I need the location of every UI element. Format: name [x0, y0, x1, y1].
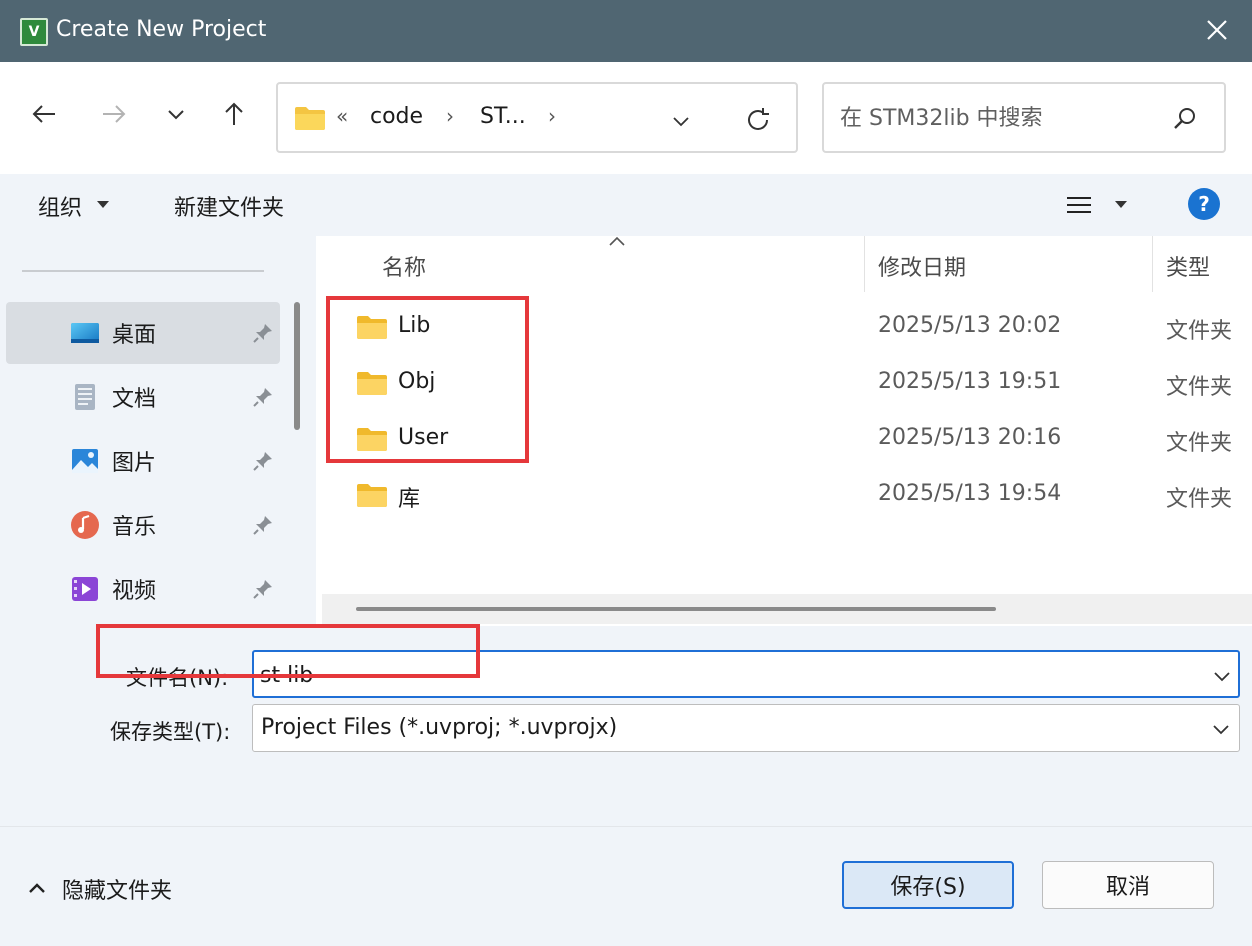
folder-icon [357, 484, 387, 507]
file-type: 文件夹 [1166, 319, 1233, 344]
file-row[interactable]: Lib 2025/5/13 20:02 文件夹 [322, 300, 1252, 356]
chevron-up-icon [29, 883, 45, 893]
chevron-down-icon [168, 110, 184, 120]
pin-icon[interactable] [252, 578, 274, 600]
title-bar: V Create New Project [0, 0, 1252, 62]
arrow-right-icon [103, 105, 126, 123]
breadcrumb-separator: › [548, 104, 556, 128]
caret-down-icon [1115, 201, 1127, 208]
file-row[interactable]: 库 2025/5/13 19:54 文件夹 [322, 468, 1252, 524]
video-icon [72, 577, 98, 601]
desktop-icon [71, 323, 99, 343]
new-folder-button[interactable]: 新建文件夹 [174, 190, 284, 222]
pin-icon[interactable] [252, 386, 274, 408]
search-icon [1174, 108, 1195, 129]
breadcrumb-overflow[interactable]: « [336, 104, 348, 128]
filename-label: 文件名(N): [126, 666, 229, 690]
file-date: 2025/5/13 20:16 [878, 425, 1062, 450]
file-type: 文件夹 [1166, 431, 1233, 456]
caret-down-icon [97, 201, 109, 208]
organize-button[interactable]: 组织 [38, 190, 109, 222]
file-row[interactable]: User 2025/5/13 20:16 文件夹 [322, 412, 1252, 468]
arrow-up-icon [225, 102, 243, 125]
up-button[interactable] [216, 96, 252, 132]
column-divider[interactable] [1152, 236, 1153, 292]
navigation-pane: 桌面 文档 图片 音乐 视频 [0, 236, 316, 626]
file-name: User [398, 425, 449, 450]
address-history-chevron-icon[interactable] [670, 110, 692, 132]
sidebar-item-desktop[interactable]: 桌面 [6, 302, 280, 364]
help-button[interactable]: ? [1188, 188, 1220, 220]
breadcrumb-separator: › [446, 104, 454, 128]
column-divider[interactable] [864, 236, 865, 292]
breadcrumb-item[interactable]: code [370, 104, 423, 129]
file-type: 文件夹 [1166, 487, 1233, 512]
folder-icon [295, 107, 325, 130]
file-row[interactable]: Obj 2025/5/13 19:51 文件夹 [322, 356, 1252, 412]
sort-ascending-icon [609, 236, 625, 246]
sidebar-item-documents[interactable]: 文档 [6, 366, 280, 428]
file-type: 文件夹 [1166, 375, 1233, 400]
list-view-icon [1067, 197, 1091, 213]
dialog-footer: 隐藏文件夹 保存(S) 取消 [0, 826, 1252, 946]
file-name: 库 [398, 487, 421, 512]
search-box[interactable] [822, 82, 1226, 153]
chevron-down-icon[interactable] [1212, 668, 1232, 684]
folder-icon [357, 372, 387, 395]
command-bar: 组织 新建文件夹 ? [0, 174, 1252, 236]
folder-icon [357, 316, 387, 339]
filetype-value: Project Files (*.uvproj; *.uvprojx) [261, 715, 618, 740]
folder-icon [357, 428, 387, 451]
search-input[interactable] [840, 102, 1160, 134]
document-icon [75, 384, 95, 410]
chevron-down-icon[interactable] [1211, 721, 1231, 737]
file-name: Lib [398, 313, 431, 338]
refresh-icon[interactable] [744, 106, 772, 134]
recent-locations-button[interactable] [158, 96, 194, 132]
address-bar[interactable]: « code › ST... › [276, 82, 798, 153]
save-button[interactable]: 保存(S) [842, 861, 1014, 909]
app-icon: V [20, 18, 48, 46]
file-date: 2025/5/13 19:54 [878, 481, 1062, 506]
filename-input[interactable] [260, 660, 1160, 690]
column-header-name[interactable]: 名称 [382, 250, 426, 282]
pin-icon[interactable] [252, 322, 274, 344]
column-header-date[interactable]: 修改日期 [878, 250, 966, 282]
window-title: Create New Project [56, 17, 267, 42]
close-button[interactable] [1200, 13, 1234, 47]
filetype-label: 保存类型(T): [110, 720, 231, 744]
sidebar-item-pictures[interactable]: 图片 [6, 430, 280, 492]
view-options-button[interactable] [1064, 192, 1134, 220]
file-date: 2025/5/13 20:02 [878, 313, 1062, 338]
breadcrumb-item[interactable]: ST... [480, 104, 526, 129]
pin-icon[interactable] [252, 514, 274, 536]
help-icon: ? [1198, 192, 1210, 216]
sidebar-item-music[interactable]: 音乐 [6, 494, 280, 556]
cancel-button[interactable]: 取消 [1042, 861, 1214, 909]
filename-combobox[interactable] [252, 650, 1240, 698]
sidebar-scrollbar[interactable] [294, 302, 300, 430]
pin-icon[interactable] [252, 450, 274, 472]
horizontal-scrollbar[interactable] [322, 594, 1252, 624]
scrollbar-thumb[interactable] [356, 607, 996, 611]
back-button[interactable] [26, 96, 62, 132]
filetype-select[interactable]: Project Files (*.uvproj; *.uvprojx) [252, 704, 1240, 752]
pictures-icon [72, 449, 98, 473]
file-date: 2025/5/13 19:51 [878, 369, 1062, 394]
arrow-left-icon [32, 105, 55, 123]
forward-button[interactable] [96, 96, 132, 132]
music-icon [71, 511, 99, 539]
close-icon [1207, 20, 1227, 40]
save-form: 文件名(N): 保存类型(T): Project Files (*.uvproj… [0, 626, 1252, 826]
file-name: Obj [398, 369, 436, 394]
column-header-type[interactable]: 类型 [1166, 250, 1210, 282]
sidebar-divider [22, 270, 264, 272]
file-list: 名称 修改日期 类型 Lib 2025/5/13 20:02 文件夹 Obj 2… [316, 236, 1252, 626]
navigation-bar: « code › ST... › [0, 62, 1252, 174]
sidebar-item-videos[interactable]: 视频 [6, 558, 280, 620]
